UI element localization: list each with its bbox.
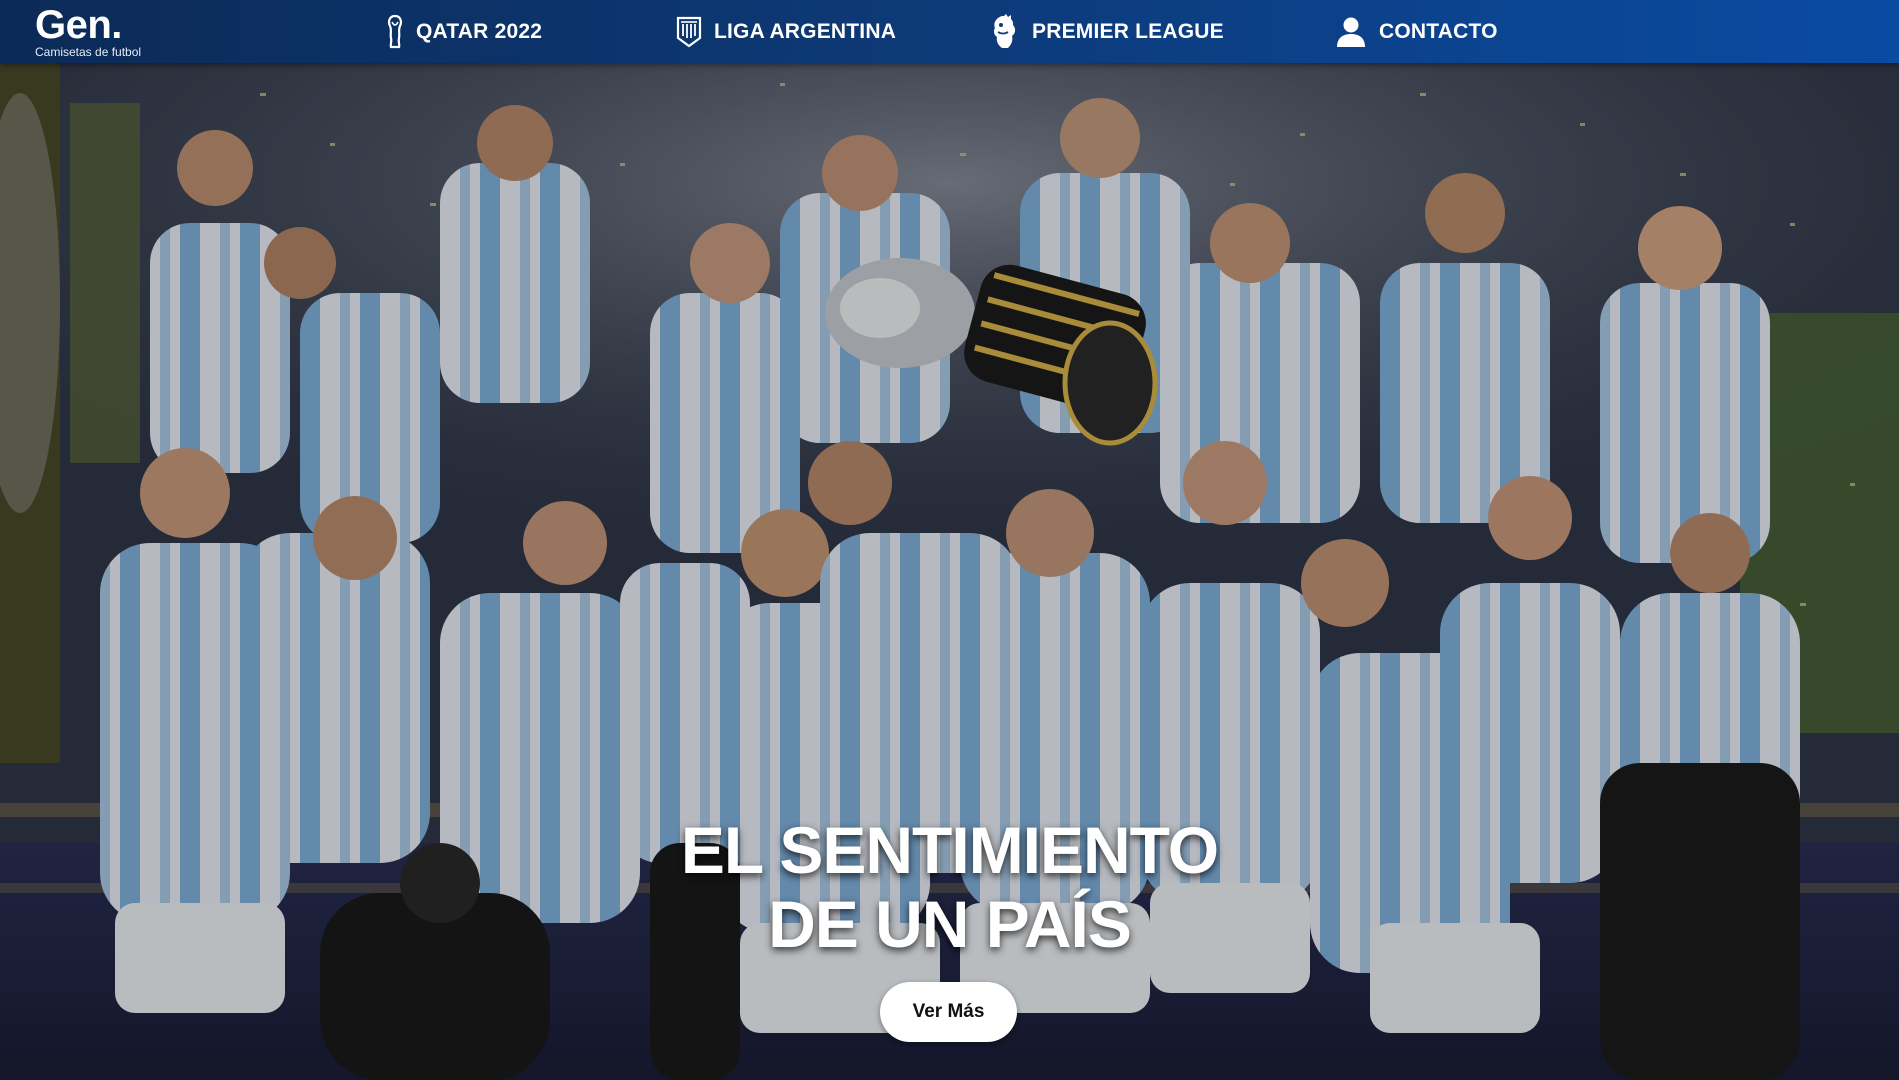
- nav-item-liga-argentina[interactable]: LIGA ARGENTINA: [676, 0, 896, 63]
- world-cup-trophy-icon: [386, 14, 404, 50]
- brand-tagline: Camisetas de futbol: [35, 45, 142, 59]
- hero-title-line-2: DE UN PAÍS: [768, 887, 1132, 961]
- hero-title: EL SENTIMIENTO DE UN PAÍS: [0, 813, 1899, 961]
- liga-argentina-crest-icon: [676, 16, 702, 48]
- top-navbar: Gen. Camisetas de futbol QATAR 2022 LIGA: [0, 0, 1899, 63]
- nav-label-qatar-2022: QATAR 2022: [416, 19, 543, 43]
- ver-mas-button[interactable]: Ver Más: [880, 982, 1017, 1042]
- nav-label-contacto: CONTACTO: [1379, 19, 1498, 43]
- hero-title-line-1: EL SENTIMIENTO: [680, 813, 1219, 887]
- nav-label-premier-league: PREMIER LEAGUE: [1032, 19, 1224, 43]
- nav-item-qatar-2022[interactable]: QATAR 2022: [386, 0, 542, 63]
- nav-item-contacto[interactable]: CONTACTO: [1335, 0, 1498, 63]
- nav-label-liga-argentina: LIGA ARGENTINA: [714, 19, 897, 43]
- nav-item-premier-league[interactable]: PREMIER LEAGUE: [990, 0, 1224, 63]
- hero-section: EL SENTIMIENTO DE UN PAÍS Ver Más: [0, 63, 1899, 1080]
- brand-name: Gen.: [35, 3, 122, 47]
- page: Gen. Camisetas de futbol QATAR 2022 LIGA: [0, 0, 1899, 1080]
- brand-logo-link[interactable]: Gen. Camisetas de futbol: [35, 4, 141, 58]
- premier-league-lion-icon: [990, 13, 1020, 50]
- user-icon: [1335, 16, 1367, 48]
